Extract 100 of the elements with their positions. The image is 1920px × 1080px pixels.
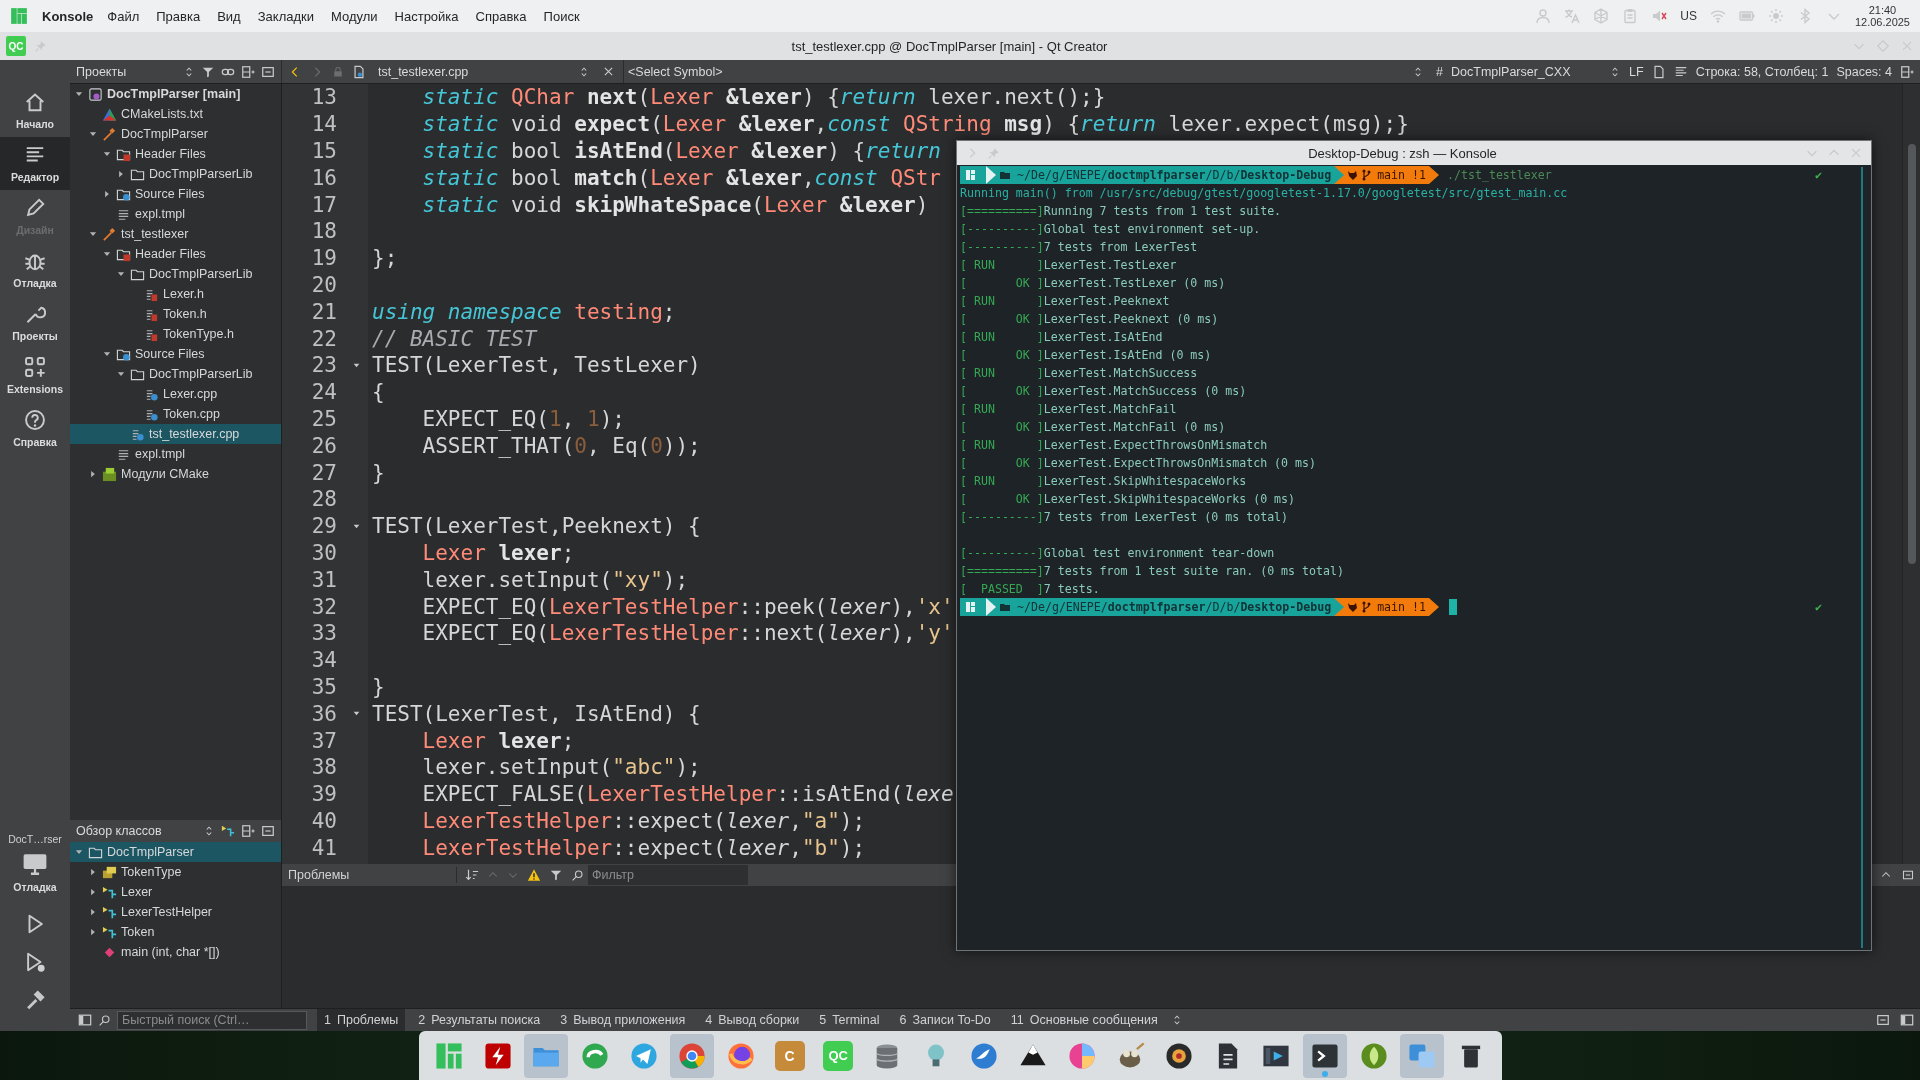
tree-item[interactable]: Token	[70, 922, 281, 942]
menu-item[interactable]: Правка	[156, 8, 201, 24]
menu-item[interactable]: Файл	[107, 8, 140, 24]
split-icon[interactable]	[241, 824, 255, 838]
test-status-tag: [ OK ]	[960, 420, 1044, 434]
mode-button[interactable]: Справка	[0, 402, 70, 455]
run-config-button[interactable]: Отладка	[13, 851, 57, 893]
output-tab[interactable]: 11 Основные сообщения	[1003, 1009, 1165, 1031]
tree-item[interactable]: Lexer.h	[70, 284, 281, 304]
sidebar-toggle-icon[interactable]	[1900, 1013, 1914, 1027]
split-icon[interactable]	[241, 64, 255, 79]
output-text: LexerTest.ExpectThrowsOnMismatch (0 ms)	[1043, 456, 1316, 470]
menu-item[interactable]: Поиск	[543, 8, 580, 24]
output-text: 7 tests from LexerTest (0 ms total)	[1043, 510, 1289, 524]
search-field[interactable]: Быстрый поиск (Ctrl…	[117, 1010, 307, 1030]
code-line: static void skipWhateSpace(Lexer &lexer)	[421, 192, 929, 217]
app-tile-label: C	[774, 1040, 805, 1071]
line-ending-label[interactable]: LF	[1629, 64, 1644, 79]
close-icon[interactable]	[602, 65, 615, 78]
document-icon[interactable]	[1651, 64, 1666, 79]
tree-item[interactable]: tst_testlexer	[70, 224, 281, 244]
close-panel-icon[interactable]	[1902, 869, 1914, 881]
scrollbar-thumb[interactable]	[1907, 144, 1916, 564]
tree-item[interactable]: DocTmplParser	[70, 124, 281, 144]
tree-item[interactable]: LexerTestHelper	[70, 902, 281, 922]
class-icon[interactable]	[221, 824, 235, 838]
code-line: static void expect(Lexer &lexer,const QString msg) {return lexer.expect(msg);}	[421, 112, 1409, 137]
view-dropdown[interactable]: Проекты	[76, 60, 195, 83]
test-status-tag: [==========]	[960, 564, 1044, 578]
tree-item[interactable]: TokenType	[70, 862, 281, 882]
menu-item[interactable]: Настройка	[394, 8, 459, 24]
mode-button[interactable]: Начало	[0, 84, 70, 137]
panel-icon[interactable]	[1876, 1013, 1890, 1027]
mode-button[interactable]: Extensions	[0, 349, 70, 402]
output-tab[interactable]: 5 Terminal	[812, 1009, 887, 1031]
clock-time[interactable]: 21:40	[1868, 4, 1897, 16]
tree-item[interactable]: DocTmplParserLib	[70, 164, 281, 184]
close-panel-icon[interactable]	[261, 824, 275, 838]
tree-item[interactable]: expl.tmpl	[70, 204, 281, 224]
keyboard-layout[interactable]: US	[1680, 9, 1697, 23]
search-icon	[98, 1013, 111, 1027]
cursor-position[interactable]: Строка: 58, Столбец: 1	[1695, 64, 1829, 79]
code-model-dropdown[interactable]: DocTmplParser_CXX	[1451, 60, 1622, 83]
tree-item[interactable]: main (int, char *[])	[70, 942, 281, 962]
tree-item[interactable]: Модули CMake	[70, 464, 281, 484]
tree-item[interactable]: Lexer	[70, 882, 281, 902]
warning-icon[interactable]	[527, 868, 541, 882]
tree-item[interactable]: tst_testlexer.cpp	[70, 424, 281, 444]
output-tab[interactable]: 6 Записи To-Do	[892, 1009, 998, 1031]
mode-button[interactable]: Проекты	[0, 296, 70, 349]
tree-item[interactable]: CMakeLists.txt	[70, 104, 281, 124]
menu-item[interactable]: Модули	[331, 8, 378, 24]
output-tab[interactable]: 3 Вывод приложения	[553, 1009, 693, 1031]
output-text: LexerTest.MatchSuccess (0 ms)	[1043, 384, 1247, 398]
tree-item[interactable]: Token.h	[70, 304, 281, 324]
menu-item[interactable]: Закладки	[257, 8, 314, 24]
dock-button[interactable]	[1302, 1033, 1347, 1078]
text-lines-icon[interactable]	[1673, 64, 1688, 79]
filter-field[interactable]: Фильтр	[588, 865, 748, 885]
tree-item[interactable]: DocTmplParserLib	[70, 264, 281, 284]
output-tab[interactable]: 4 Вывод сборки	[698, 1009, 807, 1031]
clock-date[interactable]: 12.06.2025	[1854, 16, 1910, 28]
tree-item[interactable]: expl.tmpl	[70, 444, 281, 464]
monitor-icon	[22, 851, 48, 877]
mode-button[interactable]: Отладка	[0, 243, 70, 296]
clipboard-icon[interactable]	[1622, 8, 1639, 24]
tree-item[interactable]: Source Files	[70, 344, 281, 364]
tree-item[interactable]: DocTmplParserLib	[70, 364, 281, 384]
test-status-tag: [ RUN ]	[960, 474, 1044, 488]
output-tab[interactable]: 2 Результаты поиска	[411, 1009, 548, 1031]
line-number: 30	[310, 540, 337, 565]
hammer-icon[interactable]	[24, 989, 46, 1011]
menu-item[interactable]: Справка	[475, 8, 527, 24]
menu-item[interactable]: Вид	[217, 8, 241, 24]
line-number: 14	[310, 112, 337, 137]
code-line: LexerTestHelper::expect(lexer,"a");	[421, 808, 866, 833]
symbol-dropdown[interactable]: <Select Symbol>	[623, 60, 1429, 83]
sort-icon[interactable]	[465, 868, 479, 882]
stacked-blocks-icon	[102, 864, 117, 880]
filter-icon[interactable]	[549, 868, 563, 882]
tree-item[interactable]: Lexer.cpp	[70, 384, 281, 404]
test-status-tag: [ OK ]	[960, 276, 1044, 290]
output-tab[interactable]: 1 Проблемы	[317, 1009, 406, 1031]
indentation-label[interactable]: Spaces: 4	[1836, 64, 1892, 79]
tree-item[interactable]: Token.cpp	[70, 404, 281, 424]
mode-button[interactable]: Редактор	[0, 137, 70, 190]
tree-item[interactable]: TokenType.h	[70, 324, 281, 344]
file-dropdown[interactable]: tst_testlexer.cpp	[374, 60, 594, 83]
debug-run-icon[interactable]	[24, 951, 46, 973]
code-line: static bool isAtEnd(Lexer &lexer) {return	[421, 139, 941, 163]
tree-item[interactable]: Header Files	[70, 244, 281, 264]
muted-speaker-icon[interactable]	[1651, 8, 1668, 24]
close-panel-icon[interactable]	[261, 64, 275, 79]
split-icon[interactable]	[1900, 64, 1914, 79]
tree-item[interactable]: Source Files	[70, 184, 281, 204]
tree-item[interactable]: Header Files	[70, 144, 281, 164]
tree-item[interactable]: DocTmplParser [main]	[70, 84, 281, 104]
tree-item[interactable]: DocTmplParser	[70, 842, 281, 862]
view-dropdown[interactable]: Обзор классов	[76, 820, 215, 842]
sidebar-toggle-icon[interactable]	[78, 1013, 92, 1027]
